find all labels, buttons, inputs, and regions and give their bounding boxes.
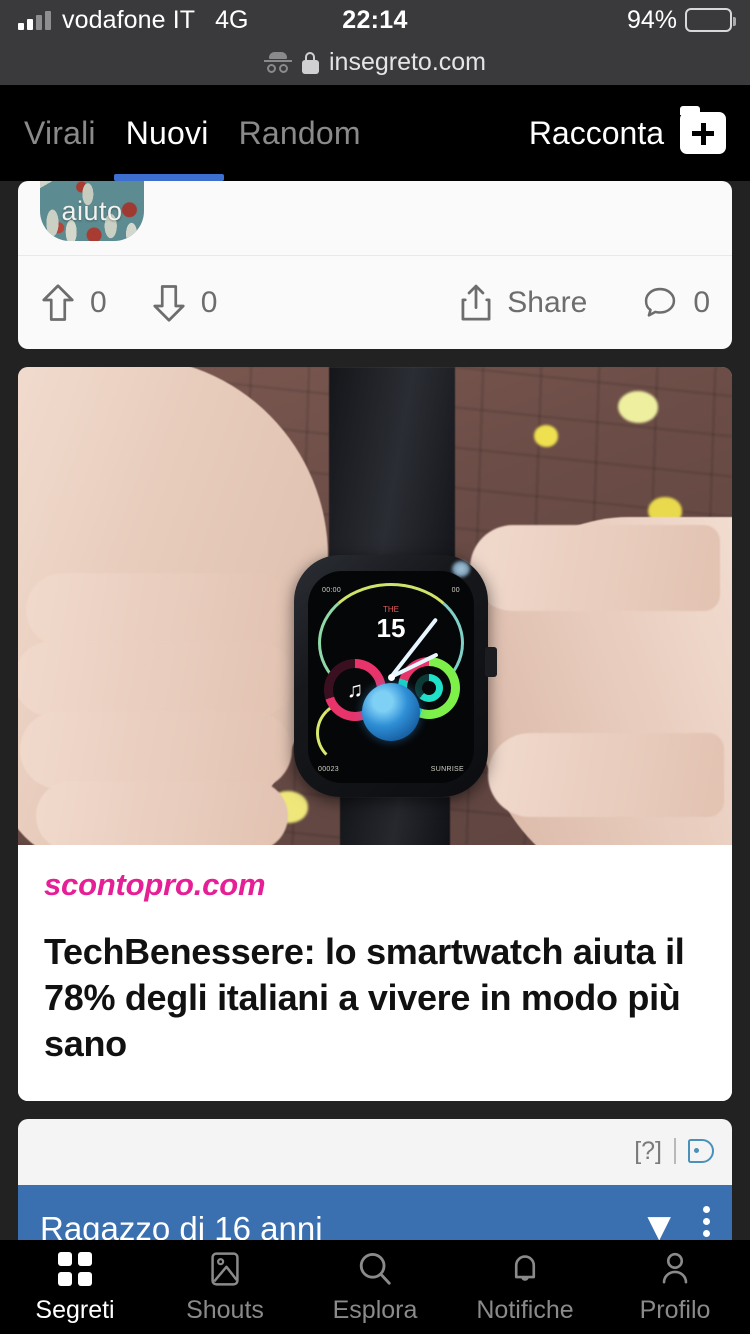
bell-icon bbox=[507, 1250, 543, 1288]
add-post-icon[interactable] bbox=[680, 106, 726, 154]
ad-domain-label: scontopro.com bbox=[44, 867, 266, 902]
adchoices-icon[interactable] bbox=[688, 1139, 714, 1164]
avatar-label: aiuto bbox=[61, 195, 123, 226]
overflow-menu-icon[interactable] bbox=[703, 1206, 710, 1241]
tab-nuovi[interactable]: Nuovi bbox=[126, 115, 209, 152]
ios-status-bar: vodafone IT 4G 22:14 94% bbox=[0, 0, 750, 40]
grid-squares-icon bbox=[58, 1250, 92, 1288]
watch-date: 15 bbox=[376, 613, 406, 643]
top-navigation-bar: Virali Nuovi Random Racconta bbox=[0, 85, 750, 181]
banner-ad-body[interactable]: Ragazzo di 16 anni ▼ bbox=[18, 1185, 732, 1248]
tab-virali[interactable]: Virali bbox=[24, 115, 96, 152]
watch-face: 00:00 00 00023 SUNRISE THE 15 ♫ bbox=[308, 571, 474, 783]
bottom-navigation-bar: Segreti Shouts Esplora Notifiche Profilo bbox=[0, 1240, 750, 1334]
nav-label-segreti: Segreti bbox=[35, 1295, 115, 1324]
upvote-button[interactable]: 0 bbox=[40, 283, 107, 323]
globe-complication bbox=[362, 683, 420, 741]
comment-count: 0 bbox=[693, 285, 710, 319]
comment-button[interactable]: 0 bbox=[641, 284, 710, 322]
incognito-icon bbox=[263, 51, 292, 74]
banner-ad[interactable]: [?] Ragazzo di 16 anni ▼ bbox=[18, 1119, 732, 1248]
tab-random[interactable]: Random bbox=[239, 115, 361, 152]
nav-label-notifiche: Notifiche bbox=[476, 1295, 574, 1324]
ad-info-label[interactable]: [?] bbox=[634, 1137, 662, 1166]
feed-tabs: Virali Nuovi Random bbox=[24, 115, 361, 152]
upvote-arrow-icon bbox=[42, 283, 74, 321]
hands-hearts-avatar: aiuto bbox=[40, 181, 144, 241]
nav-item-profilo[interactable]: Profilo bbox=[600, 1250, 750, 1325]
smartwatch: 00:00 00 00023 SUNRISE THE 15 ♫ bbox=[294, 555, 497, 797]
ad-text-block: scontopro.com TechBenessere: lo smartwat… bbox=[18, 845, 732, 1102]
search-icon bbox=[356, 1250, 394, 1288]
compose-area[interactable]: Racconta bbox=[528, 106, 726, 154]
ad-headline: TechBenessere: lo smartwatch aiuta il 78… bbox=[44, 931, 685, 1065]
active-tab-underline bbox=[114, 174, 224, 181]
nav-label-esplora: Esplora bbox=[332, 1295, 418, 1324]
post-actions-right: Share 0 bbox=[459, 283, 710, 323]
post-avatar-row: aiuto bbox=[18, 181, 732, 255]
share-button[interactable]: Share bbox=[459, 283, 587, 323]
post-card-partial[interactable]: aiuto 0 0 Share 0 bbox=[18, 181, 732, 349]
app-screen: vodafone IT 4G 22:14 94% insegreto.com V… bbox=[0, 0, 750, 1334]
star-icon[interactable]: ▼ bbox=[639, 1207, 679, 1247]
native-ad-card[interactable]: 00:00 00 00023 SUNRISE THE 15 ♫ scontopr… bbox=[18, 367, 732, 1102]
nav-label-shouts: Shouts bbox=[186, 1295, 264, 1324]
person-icon bbox=[657, 1250, 693, 1288]
image-photo-icon bbox=[207, 1250, 243, 1288]
share-icon bbox=[461, 284, 491, 321]
nav-item-segreti[interactable]: Segreti bbox=[0, 1250, 150, 1325]
feed-list: aiuto 0 0 Share 0 00:00 00 00023 SUNRISE… bbox=[0, 181, 750, 1248]
compose-label: Racconta bbox=[528, 114, 664, 151]
share-label: Share bbox=[507, 285, 588, 319]
comment-bubble-icon bbox=[645, 287, 676, 317]
post-actions-bar: 0 0 Share 0 bbox=[18, 255, 732, 349]
battery-percent-label: 94% bbox=[626, 5, 677, 34]
ad-image[interactable]: 00:00 00 00023 SUNRISE THE 15 ♫ bbox=[18, 367, 732, 845]
divider bbox=[674, 1138, 676, 1165]
downvote-button[interactable]: 0 bbox=[151, 283, 218, 323]
nav-item-esplora[interactable]: Esplora bbox=[300, 1250, 450, 1325]
lock-icon bbox=[301, 51, 319, 74]
battery-icon bbox=[685, 8, 736, 32]
upvote-count: 0 bbox=[90, 285, 107, 319]
nav-item-shouts[interactable]: Shouts bbox=[150, 1250, 300, 1325]
url-label: insegreto.com bbox=[328, 48, 487, 76]
nav-item-notifiche[interactable]: Notifiche bbox=[450, 1250, 600, 1325]
browser-url-bar[interactable]: insegreto.com bbox=[0, 40, 750, 85]
banner-ad-header: [?] bbox=[18, 1119, 732, 1183]
status-bar-right: 94% bbox=[626, 5, 736, 35]
nav-label-profilo: Profilo bbox=[639, 1295, 711, 1324]
downvote-count: 0 bbox=[200, 285, 218, 319]
downvote-arrow-icon bbox=[153, 284, 185, 322]
